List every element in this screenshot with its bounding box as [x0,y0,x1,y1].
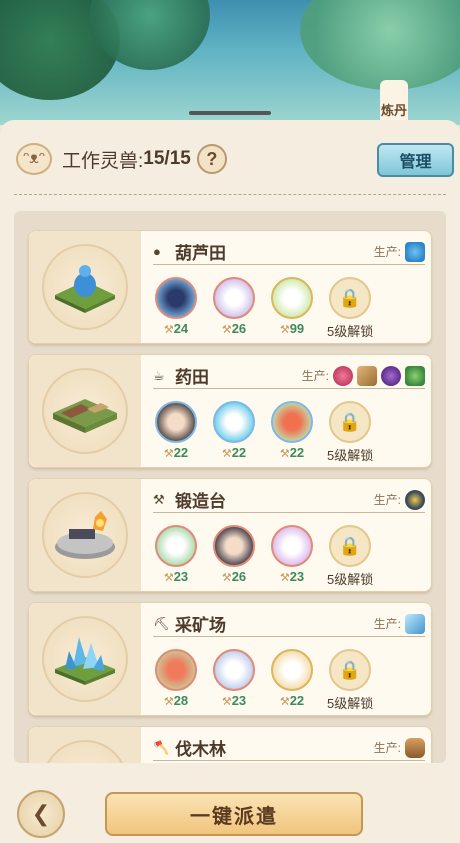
building-thumbnail [29,727,141,763]
gourd-field-art [55,265,115,313]
herb-bundle-icon [357,365,377,386]
lock-icon: 🔒 [329,525,371,567]
lock-icon: 🔒 [329,277,371,319]
worker-slot[interactable]: ⚒22 [269,649,315,712]
avatar [155,277,197,319]
building-name: 采矿场 [175,616,226,635]
hammer-icon: ⚒ [163,572,174,584]
crystal-icon [405,613,425,634]
hammer-icon: ⚒ [221,448,232,460]
lock-icon: 🔒 [329,401,371,443]
anvil-icon: ⚒ [153,491,165,507]
worker-slot[interactable]: ⚒24 [153,277,199,340]
hammer-icon: ⚒ [279,696,290,708]
building-header: 🪓 伐木林 生产: [153,735,425,761]
production-label: 生产: [373,741,401,755]
production-label: 生产: [373,493,401,507]
arrow-left-icon: ❮ [31,801,51,826]
avatar [271,401,313,443]
building-card-forge[interactable]: ⚒ 锻造台 生产: ⚒23 ⚒26 ⚒23 🔒 5级解锁 [28,478,432,592]
avatar [213,401,255,443]
divider [14,194,446,195]
gourd-icon: ● [153,243,161,259]
mine-art [55,637,115,685]
worker-slot[interactable]: ⚒26 [211,277,257,340]
building-list[interactable]: ● 葫芦田 生产: ⚒24 ⚒26 ⚒99 🔒 5级解锁 ☕ 药田 生产: ⚒2… [14,211,446,763]
production-label: 生产: [373,245,401,259]
avatar [155,401,197,443]
locked-slot: 🔒 5级解锁 [327,401,373,464]
leaf-icon [405,365,425,386]
hammer-icon: ⚒ [163,448,174,460]
worker-slot[interactable]: ⚒23 [153,525,199,588]
potion-icon [405,241,425,262]
avatar [271,649,313,691]
herb-field-art [53,399,117,433]
production-label: 生产: [373,617,401,631]
building-thumbnail [29,603,141,715]
building-name: 伐木林 [175,740,226,759]
worker-slot[interactable]: ⚒26 [211,525,257,588]
building-thumbnail [29,479,141,591]
worker-slot[interactable]: ⚒23 [211,649,257,712]
hammer-icon: ⚒ [221,324,232,336]
hammer-icon: ⚒ [221,572,232,584]
hammer-icon: ⚒ [279,324,290,336]
avatar [271,525,313,567]
axe-icon: 🪓 [153,739,170,755]
avatar [155,525,197,567]
watering-can-icon: ☕ [153,367,165,383]
worker-header: ᵔᴥᵔ 工作灵兽: 15/15 ? [16,143,227,175]
building-header: ☕ 药田 生产: [153,363,425,389]
pickaxe-icon: ⛏ [153,615,170,631]
building-name: 葫芦田 [175,244,226,263]
manage-button[interactable]: 管理 [377,143,454,177]
building-name: 锻造台 [175,492,226,511]
worker-slot[interactable]: ⚒22 [211,401,257,464]
ore-icon [405,489,425,510]
raspberry-icon [333,365,353,386]
worker-slot[interactable]: ⚒23 [269,525,315,588]
beast-face-icon: ᵔᴥᵔ [16,143,52,175]
worker-slot[interactable]: ⚒28 [153,649,199,712]
locked-slot: 🔒 5级解锁 [327,649,373,712]
worker-label: 工作灵兽: [62,150,144,172]
hammer-icon: ⚒ [221,696,232,708]
avatar [271,277,313,319]
building-card-herb-field[interactable]: ☕ 药田 生产: ⚒22 ⚒22 ⚒22 🔒 5级解锁 [28,354,432,468]
building-name: 药田 [175,368,209,387]
lock-icon: 🔒 [329,649,371,691]
building-card-lumber-forest[interactable]: 🪓 伐木林 生产: [28,726,432,763]
back-button[interactable]: ❮ [17,790,65,838]
avatar [213,525,255,567]
worker-slot[interactable]: ⚒99 [269,277,315,340]
avatar [155,649,197,691]
forge-art [55,511,115,559]
worker-count: 15/15 [143,148,191,169]
drag-handle[interactable] [189,111,271,115]
hammer-icon: ⚒ [279,448,290,460]
avatar [213,277,255,319]
building-header: ⚒ 锻造台 生产: [153,487,425,513]
help-button[interactable]: ? [196,144,227,174]
building-header: ⛏ 采矿场 生产: [153,611,425,637]
worker-slot[interactable]: ⚒22 [269,401,315,464]
wood-icon [405,737,425,758]
hammer-icon: ⚒ [279,572,290,584]
hammer-icon: ⚒ [163,324,174,336]
dispatch-all-button[interactable]: 一键派遣 [105,792,363,836]
locked-slot: 🔒 5级解锁 [327,525,373,588]
building-thumbnail [29,231,141,343]
building-card-gourd-field[interactable]: ● 葫芦田 生产: ⚒24 ⚒26 ⚒99 🔒 5级解锁 [28,230,432,344]
locked-slot: 🔒 5级解锁 [327,277,373,340]
building-header: ● 葫芦田 生产: [153,239,425,265]
building-thumbnail [29,355,141,467]
avatar [213,649,255,691]
grape-icon [381,365,401,386]
worker-slot[interactable]: ⚒22 [153,401,199,464]
production-label: 生产: [301,369,329,383]
building-card-mine[interactable]: ⛏ 采矿场 生产: ⚒28 ⚒23 ⚒22 🔒 5级解锁 [28,602,432,716]
hammer-icon: ⚒ [163,696,174,708]
